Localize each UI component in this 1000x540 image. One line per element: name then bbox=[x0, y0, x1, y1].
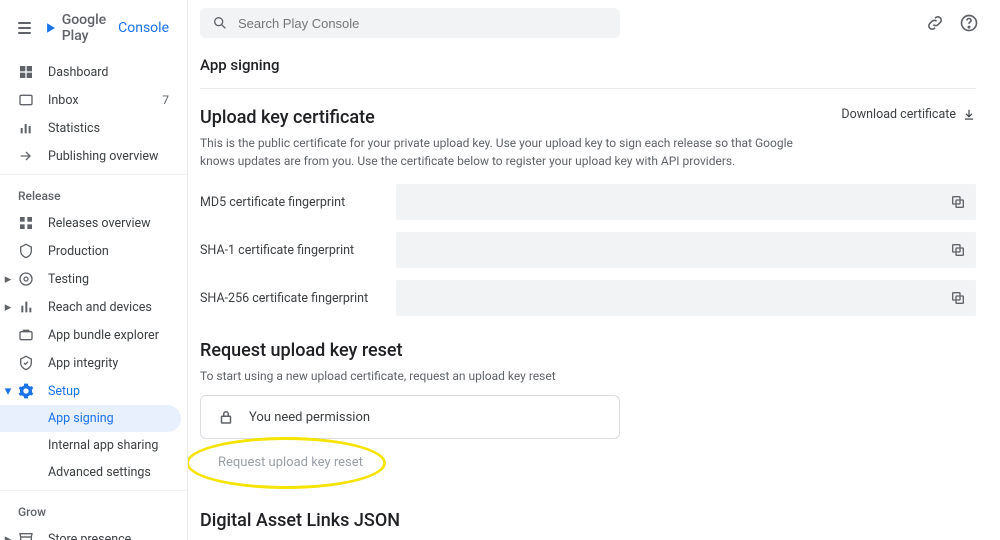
sidebar-item-label: Store presence bbox=[48, 532, 169, 540]
search-icon bbox=[212, 15, 228, 31]
section-description: This is the public certificate for your … bbox=[200, 134, 820, 170]
store-icon bbox=[18, 531, 34, 540]
publishing-icon bbox=[18, 148, 34, 164]
menu-icon[interactable] bbox=[18, 22, 31, 34]
inbox-icon bbox=[18, 92, 34, 108]
topbar bbox=[188, 0, 1000, 44]
fingerprint-label: MD5 certificate fingerprint bbox=[200, 195, 380, 210]
section-key-reset: Request upload key reset To start using … bbox=[200, 340, 976, 474]
chevron-down-icon[interactable]: ▾ bbox=[2, 385, 14, 397]
sidebar-item-app-integrity[interactable]: App integrity bbox=[0, 349, 187, 377]
page-title: App signing bbox=[200, 48, 976, 89]
bundle-icon bbox=[18, 327, 34, 343]
fingerprint-label: SHA-256 certificate fingerprint bbox=[200, 291, 380, 306]
content-area: App signing Upload key certificate This … bbox=[188, 44, 1000, 540]
fingerprint-label: SHA-1 certificate fingerprint bbox=[200, 243, 380, 258]
copy-button[interactable] bbox=[948, 288, 968, 308]
dashboard-icon bbox=[18, 64, 34, 80]
copy-icon bbox=[950, 242, 966, 258]
fingerprint-value-box bbox=[396, 280, 976, 316]
link-icon[interactable] bbox=[924, 12, 946, 34]
sidebar-item-label: Setup bbox=[48, 384, 169, 399]
reach-icon bbox=[18, 299, 34, 315]
search-box[interactable] bbox=[200, 8, 620, 38]
fingerprint-value-box bbox=[396, 232, 976, 268]
download-certificate-link[interactable]: Download certificate bbox=[841, 107, 976, 122]
gear-icon bbox=[18, 383, 34, 399]
section-title: Upload key certificate bbox=[200, 107, 820, 128]
brand-text-2: Console bbox=[118, 20, 169, 36]
section-title: Digital Asset Links JSON bbox=[200, 510, 976, 531]
sidebar-item-label: App integrity bbox=[48, 356, 169, 371]
nav-heading-grow: Grow bbox=[0, 495, 187, 525]
copy-icon bbox=[950, 290, 966, 306]
production-icon bbox=[18, 243, 34, 259]
section-description: To start using a new upload certificate,… bbox=[200, 367, 820, 385]
sidebar-item-store-presence[interactable]: ▸ Store presence bbox=[0, 525, 187, 540]
fingerprint-value-box bbox=[396, 184, 976, 220]
chevron-right-icon[interactable]: ▸ bbox=[2, 301, 14, 313]
sidebar-item-production[interactable]: Production bbox=[0, 237, 187, 265]
play-icon bbox=[45, 19, 58, 37]
search-input[interactable] bbox=[238, 16, 608, 31]
chevron-right-icon[interactable]: ▸ bbox=[2, 533, 14, 540]
sidebar-item-statistics[interactable]: Statistics bbox=[0, 114, 187, 142]
sidebar-item-reach-devices[interactable]: ▸ Reach and devices bbox=[0, 293, 187, 321]
permission-text: You need permission bbox=[249, 410, 370, 425]
sidebar-item-dashboard[interactable]: Dashboard bbox=[0, 58, 187, 86]
sidebar-item-publishing-overview[interactable]: Publishing overview bbox=[0, 142, 187, 170]
brand-logo[interactable]: Google Play Console bbox=[45, 12, 169, 44]
copy-button[interactable] bbox=[948, 192, 968, 212]
inbox-badge: 7 bbox=[162, 93, 169, 107]
statistics-icon bbox=[18, 120, 34, 136]
fingerprint-row-sha256: SHA-256 certificate fingerprint bbox=[200, 280, 976, 316]
brand-text-1: Google Play bbox=[62, 12, 114, 44]
download-label: Download certificate bbox=[841, 107, 956, 122]
sidebar-item-app-bundle[interactable]: App bundle explorer bbox=[0, 321, 187, 349]
integrity-icon bbox=[18, 355, 34, 371]
sidebar-item-label: Production bbox=[48, 244, 169, 259]
copy-icon bbox=[950, 194, 966, 210]
sidebar-item-releases-overview[interactable]: Releases overview bbox=[0, 209, 187, 237]
permission-card: You need permission bbox=[200, 395, 620, 439]
sidebar-sub-advanced-settings[interactable]: Advanced settings bbox=[0, 459, 187, 486]
fingerprint-row-sha1: SHA-1 certificate fingerprint bbox=[200, 232, 976, 268]
sidebar-item-label: Inbox bbox=[48, 93, 148, 108]
section-upload-certificate: Upload key certificate This is the publi… bbox=[200, 107, 976, 316]
request-reset-button[interactable]: Request upload key reset bbox=[216, 451, 365, 474]
download-icon bbox=[962, 108, 976, 122]
lock-icon bbox=[217, 408, 235, 426]
sidebar-item-label: Publishing overview bbox=[48, 149, 169, 164]
sidebar-item-label: Statistics bbox=[48, 121, 169, 136]
sidebar-item-label: Testing bbox=[48, 272, 169, 287]
sidebar: Google Play Console Dashboard Inbox 7 St… bbox=[0, 0, 188, 540]
copy-button[interactable] bbox=[948, 240, 968, 260]
sidebar-item-label: Reach and devices bbox=[48, 300, 169, 315]
sidebar-item-label: Dashboard bbox=[48, 65, 169, 80]
section-digital-asset-links: Digital Asset Links JSON To associate yo… bbox=[200, 510, 976, 540]
brand-area: Google Play Console bbox=[0, 0, 187, 54]
sidebar-item-label: Releases overview bbox=[48, 216, 169, 231]
chevron-right-icon[interactable]: ▸ bbox=[2, 273, 14, 285]
sidebar-item-setup[interactable]: ▾ Setup bbox=[0, 377, 187, 405]
releases-icon bbox=[18, 215, 34, 231]
sidebar-sub-internal-sharing[interactable]: Internal app sharing bbox=[0, 432, 187, 459]
fingerprint-row-md5: MD5 certificate fingerprint bbox=[200, 184, 976, 220]
sidebar-item-label: App bundle explorer bbox=[48, 328, 169, 343]
testing-icon bbox=[18, 271, 34, 287]
sidebar-item-testing[interactable]: ▸ Testing bbox=[0, 265, 187, 293]
section-title: Request upload key reset bbox=[200, 340, 976, 361]
nav-heading-release: Release bbox=[0, 179, 187, 209]
sidebar-sub-app-signing[interactable]: App signing bbox=[0, 405, 181, 432]
help-icon[interactable] bbox=[958, 12, 980, 34]
sidebar-item-inbox[interactable]: Inbox 7 bbox=[0, 86, 187, 114]
